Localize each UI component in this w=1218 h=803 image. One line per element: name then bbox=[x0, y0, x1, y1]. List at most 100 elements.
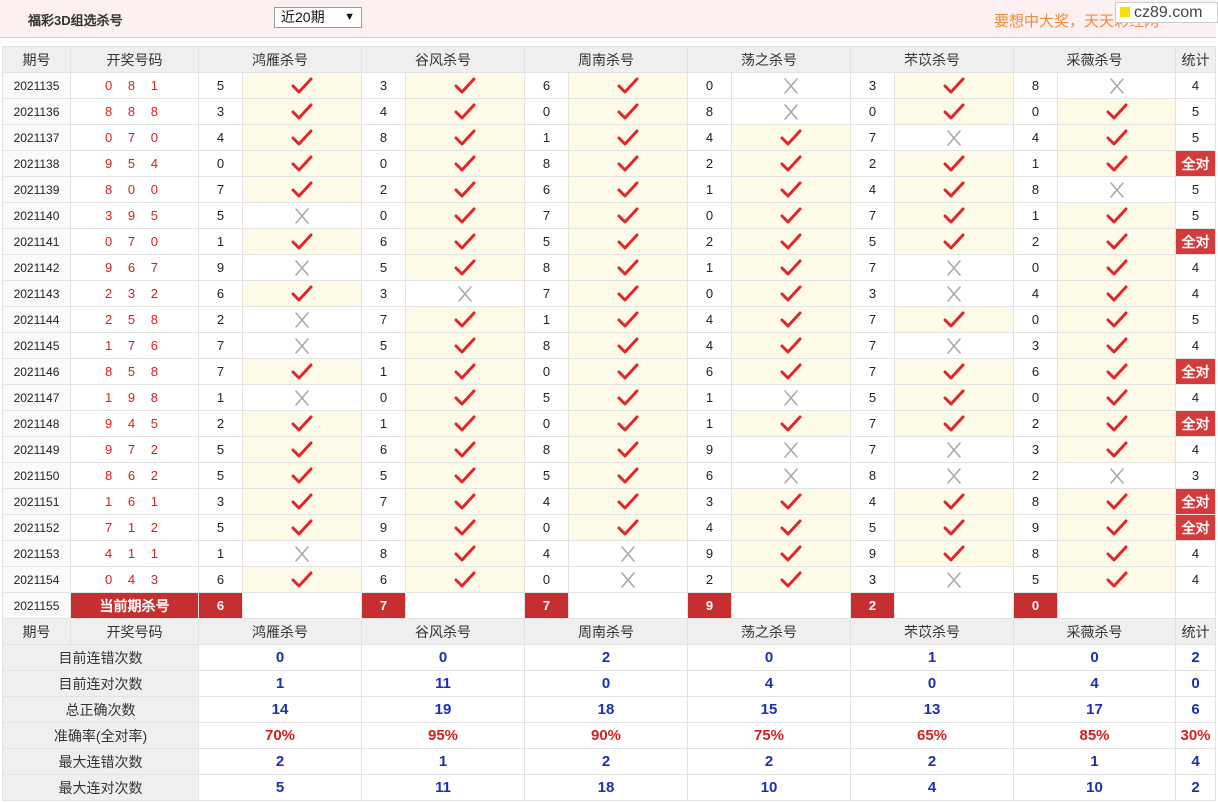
period-range-select[interactable]: 近20期 ▼ bbox=[274, 7, 362, 28]
check-mark-icon bbox=[1106, 207, 1127, 223]
kill-number-cell: 3 bbox=[361, 280, 406, 307]
check-mark-icon bbox=[1106, 259, 1127, 275]
kill-number-cell: 8 bbox=[524, 150, 569, 177]
kill-number-cell: 6 bbox=[1013, 358, 1058, 385]
kill-number-cell: 8 bbox=[1013, 488, 1058, 515]
kill-number-cell: 5 bbox=[198, 462, 243, 489]
kill-number-cell: 1 bbox=[687, 384, 732, 411]
check-mark-icon bbox=[731, 332, 851, 359]
period-cell: 2021137 bbox=[2, 124, 71, 151]
check-mark-icon bbox=[405, 176, 525, 203]
cross-mark-icon bbox=[731, 436, 851, 463]
cross-mark-icon bbox=[784, 389, 798, 406]
check-mark-icon bbox=[568, 72, 688, 99]
cross-mark-icon bbox=[1057, 462, 1176, 489]
summary-value: 30% bbox=[1175, 722, 1216, 749]
kill-number-cell: 5 bbox=[524, 228, 569, 255]
kill-number-cell: 7 bbox=[524, 202, 569, 229]
kill-number-cell: 7 bbox=[850, 436, 895, 463]
table-row: 2021154 0 4 36602354 bbox=[2, 566, 1216, 593]
column-header: 期号 bbox=[2, 618, 71, 645]
kill-number-cell: 6 bbox=[198, 280, 243, 307]
current-kill-number: 7 bbox=[524, 592, 569, 619]
site-logo[interactable]: cz89.com bbox=[1115, 2, 1218, 23]
check-mark-icon bbox=[242, 462, 362, 489]
check-mark-icon bbox=[454, 259, 476, 275]
kill-number-cell: 0 bbox=[1013, 306, 1058, 333]
period-cell: 2021148 bbox=[2, 410, 71, 437]
cross-mark-icon bbox=[1057, 176, 1176, 203]
cross-mark-icon bbox=[621, 571, 635, 588]
period-cell: 2021144 bbox=[2, 306, 71, 333]
kill-number-cell: 4 bbox=[687, 332, 732, 359]
check-mark-icon bbox=[617, 337, 639, 353]
check-mark-icon bbox=[780, 519, 802, 535]
cross-mark-icon bbox=[242, 202, 362, 229]
check-mark-icon bbox=[731, 540, 851, 567]
period-cell: 2021153 bbox=[2, 540, 71, 567]
current-kill-number: 9 bbox=[687, 592, 732, 619]
kill-number-cell: 8 bbox=[1013, 72, 1058, 99]
period-range-value: 近20期 bbox=[281, 9, 325, 25]
kill-number-cell: 1 bbox=[198, 540, 243, 567]
cross-mark-icon bbox=[784, 441, 798, 458]
stat-count-cell: 5 bbox=[1175, 124, 1216, 151]
column-header: 荡之杀号 bbox=[687, 46, 851, 73]
kill-number-cell: 4 bbox=[687, 306, 732, 333]
summary-label: 最大连对次数 bbox=[2, 774, 199, 801]
check-mark-icon bbox=[568, 410, 688, 437]
column-header: 采薇杀号 bbox=[1013, 46, 1176, 73]
table-row: 2021149 9 7 25 6 8 9 7 3 4 bbox=[2, 436, 1216, 463]
draw-number-cell: 1 7 6 bbox=[70, 332, 199, 359]
cross-mark-icon bbox=[947, 259, 961, 276]
kill-number-cell: 6 bbox=[361, 566, 406, 593]
table-row: 2021141 0 7 0 1 6 5 2 5 2 全对 bbox=[2, 228, 1216, 255]
period-cell: 2021138 bbox=[2, 150, 71, 177]
table-row: 2021152 7 1 2 5 9 0 4 5 9 全对 bbox=[2, 514, 1216, 541]
column-header: 周南杀号 bbox=[524, 618, 688, 645]
check-mark-icon bbox=[943, 545, 965, 561]
kill-number-cell: 4 bbox=[687, 514, 732, 541]
check-mark-icon bbox=[568, 306, 688, 333]
stat-count-cell: 4 bbox=[1175, 72, 1216, 99]
summary-row: 准确率(全对率) 70% 95% 90% 75% 65% 85% 30% bbox=[2, 722, 1216, 749]
kill-number-cell: 3 bbox=[198, 98, 243, 125]
check-mark-icon bbox=[242, 488, 362, 515]
kill-number-cell: 0 bbox=[524, 514, 569, 541]
kill-number-cell: 7 bbox=[850, 202, 895, 229]
kill-number-cell: 6 bbox=[198, 566, 243, 593]
period-cell: 2021135 bbox=[2, 72, 71, 99]
summary-value: 2 bbox=[687, 748, 851, 775]
check-mark-icon bbox=[242, 514, 362, 541]
check-mark-icon bbox=[242, 436, 362, 463]
summary-row: 目前连错次数 0 0 2 0 1 0 2 bbox=[2, 644, 1216, 671]
kill-number-cell: 0 bbox=[687, 280, 732, 307]
summary-value: 2 bbox=[850, 748, 1014, 775]
cross-mark-icon bbox=[1057, 72, 1176, 99]
kill-number-cell: 1 bbox=[1013, 202, 1058, 229]
table-row: 2021145 1 7 67584734 bbox=[2, 332, 1216, 359]
check-mark-icon bbox=[1106, 545, 1127, 561]
check-mark-icon bbox=[731, 124, 851, 151]
table-row: 2021140 3 9 55070715 bbox=[2, 202, 1216, 229]
column-header: 开奖号码 bbox=[70, 618, 199, 645]
stat-count-cell: 4 bbox=[1175, 332, 1216, 359]
empty-cell bbox=[894, 592, 1014, 619]
cross-mark-icon bbox=[295, 389, 309, 406]
check-mark-icon bbox=[617, 493, 639, 509]
summary-value: 17 bbox=[1013, 696, 1176, 723]
check-mark-icon bbox=[568, 176, 688, 203]
kill-number-cell: 8 bbox=[850, 462, 895, 489]
cross-mark-icon bbox=[242, 384, 362, 411]
check-mark-icon bbox=[943, 519, 965, 535]
check-mark-icon bbox=[1106, 415, 1127, 431]
kill-number-cell: 1 bbox=[361, 410, 406, 437]
cross-mark-icon bbox=[731, 98, 851, 125]
check-mark-icon bbox=[731, 410, 851, 437]
check-mark-icon bbox=[943, 207, 965, 223]
summary-value: 85% bbox=[1013, 722, 1176, 749]
check-mark-icon bbox=[454, 233, 476, 249]
all-correct-badge: 全对 bbox=[1175, 514, 1216, 541]
check-mark-icon bbox=[405, 254, 525, 281]
stat-count-cell: 5 bbox=[1175, 306, 1216, 333]
